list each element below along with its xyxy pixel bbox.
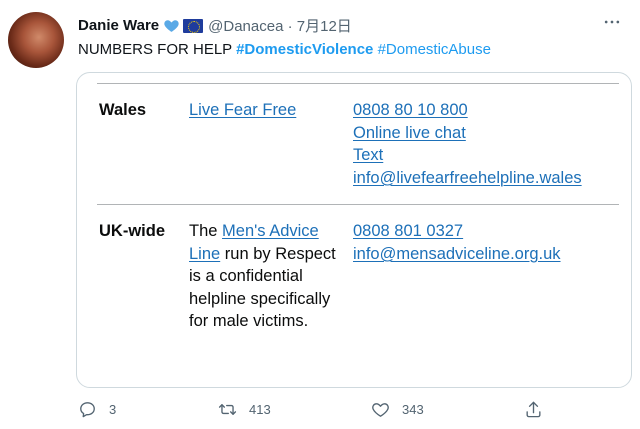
eu-flag-emoji-icon [183, 18, 204, 33]
action-bar: 3 413 343 [0, 400, 640, 426]
display-name[interactable]: Danie Ware [78, 17, 159, 34]
hashtag-domestic-violence[interactable]: #DomesticViolence [236, 41, 373, 58]
contacts-wales: 0808 80 10 800 Online live chat Text inf… [353, 99, 582, 189]
reply-count: 3 [109, 402, 117, 417]
tweet-date[interactable]: 7月12日 [297, 18, 352, 35]
text-link: Text [353, 146, 384, 164]
email-link: info@mensadviceline.org.uk [353, 244, 561, 263]
hashtag-domestic-abuse[interactable]: #DomesticAbuse [378, 41, 491, 58]
retweet-count: 413 [249, 402, 271, 417]
tweet-text-plain: NUMBERS FOR HELP [78, 41, 232, 58]
reply-button[interactable]: 3 [78, 400, 116, 419]
like-count: 343 [402, 402, 424, 417]
tweet-header: Danie Ware @Danacea · 7月12日 [78, 15, 352, 36]
email-link: info@livefearfreehelpline.wales [353, 168, 582, 187]
helpline-table: Wales Live Fear Free 0808 80 10 800 Onli… [87, 83, 621, 387]
handle-text: @Danacea [208, 18, 284, 35]
retweet-icon [218, 404, 237, 415]
region-uk-wide: UK-wide [99, 222, 165, 240]
phone-number: 0808 801 0327 [353, 222, 464, 240]
retweet-button[interactable]: 413 [218, 400, 271, 419]
table-divider [97, 204, 619, 205]
desc-prefix: The [189, 222, 223, 240]
more-icon[interactable] [602, 12, 622, 37]
image-card[interactable]: Wales Live Fear Free 0808 80 10 800 Onli… [76, 72, 632, 388]
share-icon [526, 401, 541, 418]
tweet-text: NUMBERS FOR HELP #DomesticViolence #Dome… [78, 41, 491, 58]
comment-icon [80, 402, 95, 418]
table-divider [97, 83, 619, 84]
heart-outline-icon [372, 403, 389, 417]
online-live-chat-link: Online live chat [353, 123, 466, 142]
avatar[interactable] [8, 12, 64, 68]
service-live-fear-free: Live Fear Free [189, 101, 297, 119]
handle[interactable]: @Danacea · 7月12日 [208, 15, 352, 36]
tweet: Danie Ware @Danacea · 7月12日 NUMBERS FOR … [0, 0, 640, 429]
separator: · [287, 18, 293, 35]
phone-number: 0808 80 10 800 [353, 101, 468, 119]
like-button[interactable]: 343 [371, 400, 424, 419]
blue-heart-emoji-icon [164, 20, 179, 32]
share-button[interactable] [524, 400, 555, 419]
service-description: The Men's Advice Line run by Respect is … [189, 220, 339, 333]
region-wales: Wales [99, 101, 147, 119]
contacts-uk-wide: 0808 801 0327 info@mensadviceline.org.uk [353, 220, 561, 265]
